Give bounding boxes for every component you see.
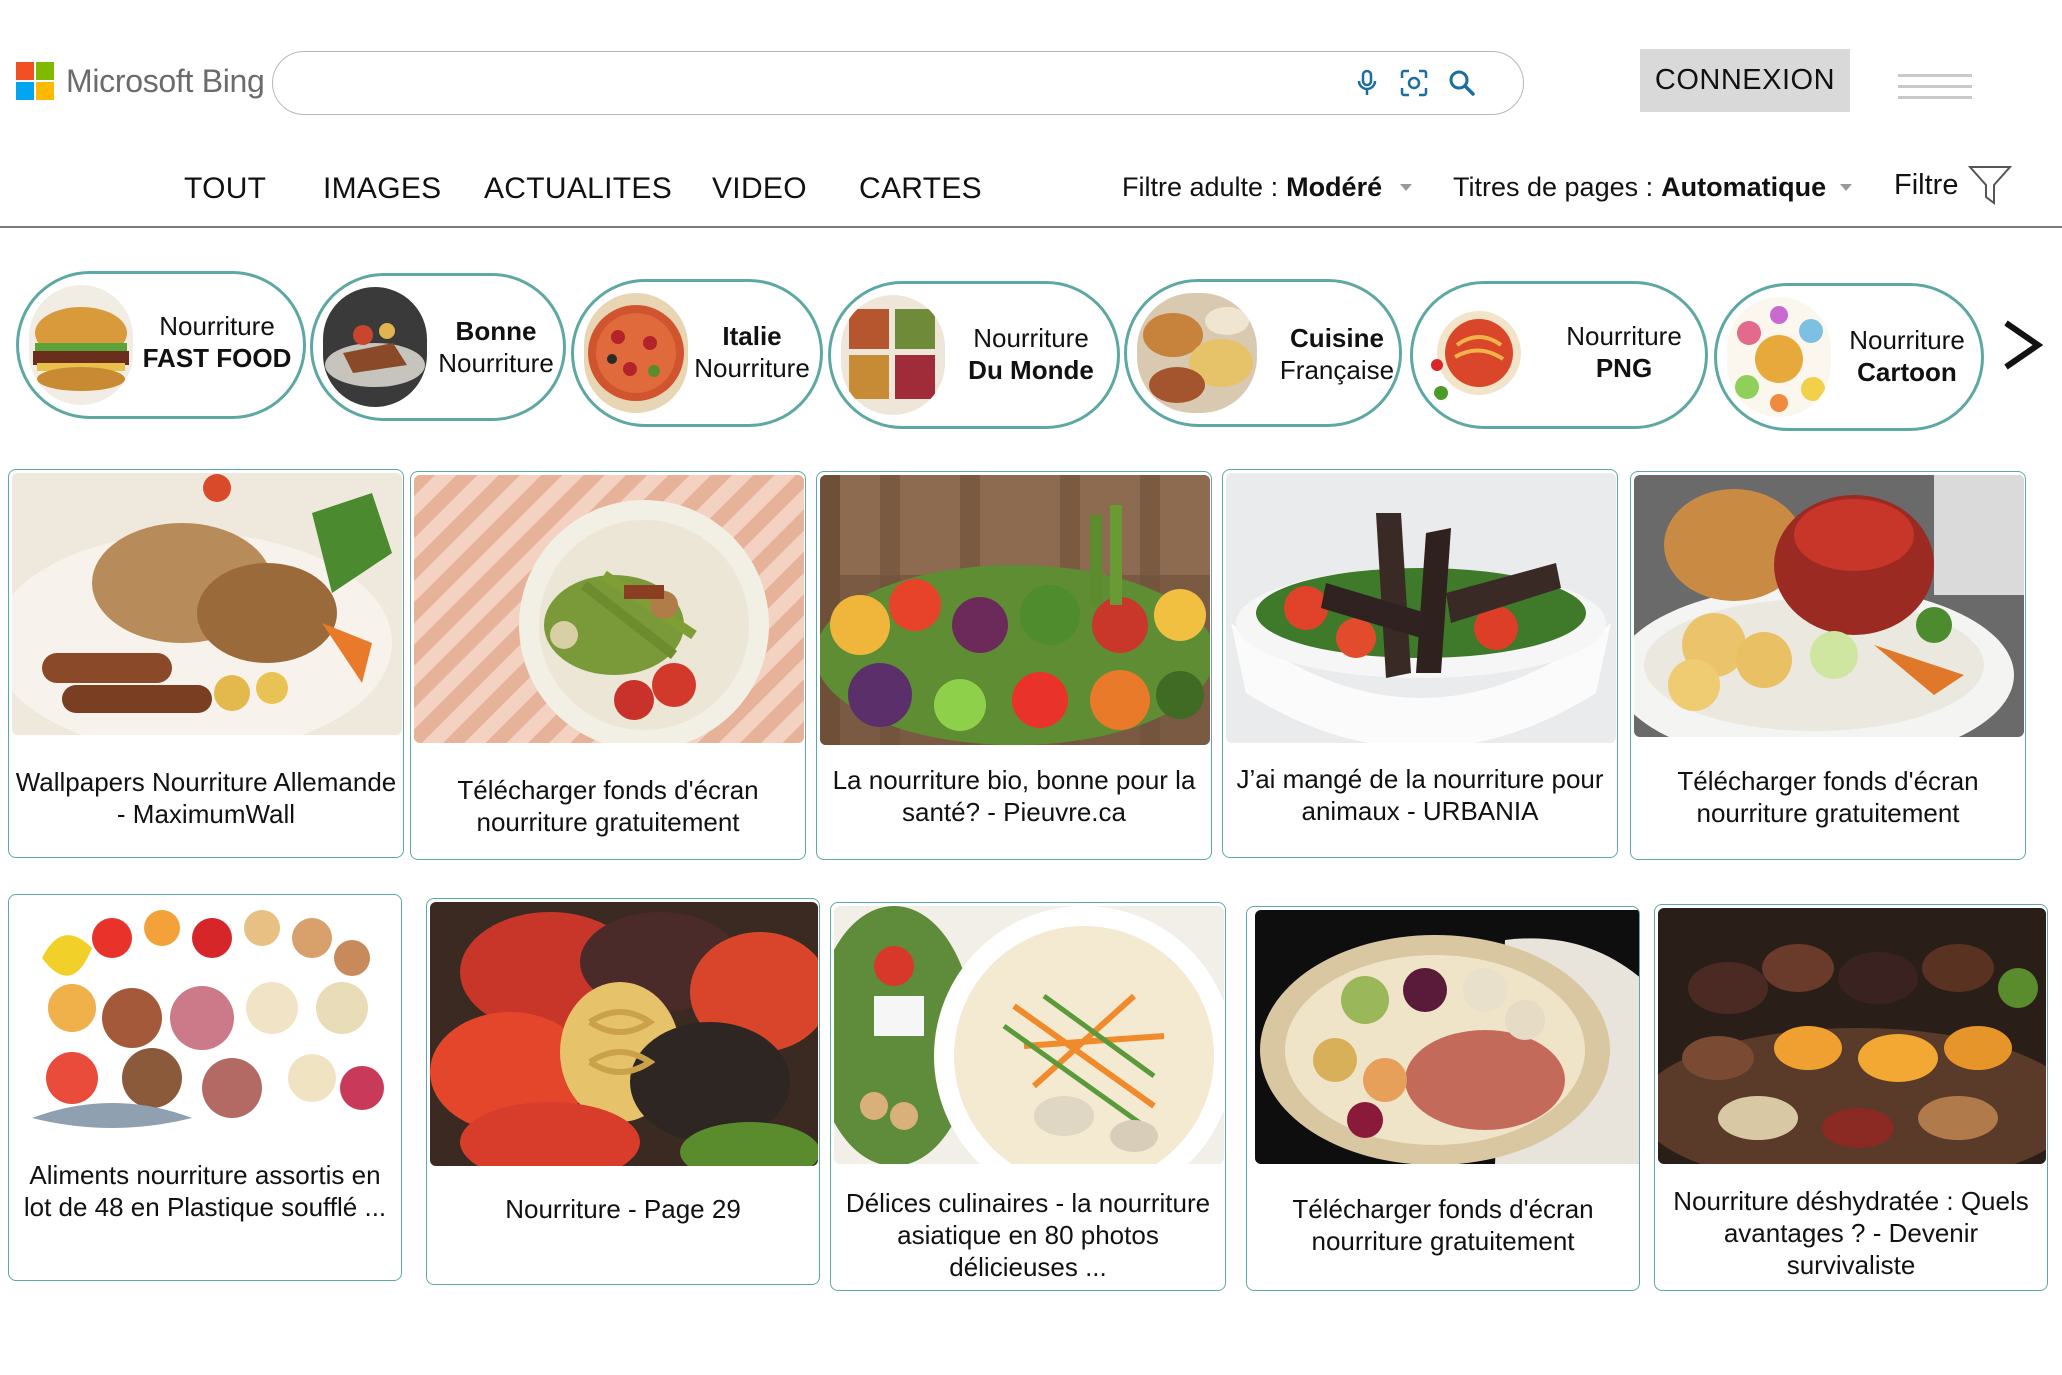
pill-label: Cuisine Française bbox=[1279, 323, 1395, 385]
logo-text: Microsoft Bing bbox=[66, 62, 265, 99]
microphone-icon[interactable] bbox=[1350, 66, 1384, 100]
result-caption: La nourriture bio, bonne pour la santé? … bbox=[832, 765, 1196, 827]
related-search-pill-fast-food[interactable]: Nourriture FAST FOOD bbox=[16, 271, 306, 419]
image-result-card[interactable]: J’ai mangé de la nourriture pour animaux… bbox=[1222, 469, 1618, 858]
result-caption: J’ai mangé de la nourriture pour animaux… bbox=[1236, 764, 1604, 826]
pill-thumbnail bbox=[584, 293, 688, 413]
filter-label: Filtre bbox=[1894, 168, 1959, 201]
search-icon[interactable] bbox=[1445, 66, 1479, 100]
result-image bbox=[12, 898, 400, 1138]
related-search-pill-bonne-nourriture[interactable]: Bonne Nourriture bbox=[310, 273, 566, 421]
pill-thumbnail bbox=[1423, 295, 1527, 415]
result-caption: Télécharger fonds d'écran nourriture gra… bbox=[1292, 1194, 1594, 1256]
result-image bbox=[1255, 910, 1639, 1164]
result-caption: Wallpapers Nourriture Allemande - Maximu… bbox=[15, 767, 397, 829]
filter-button[interactable]: Filtre bbox=[1894, 164, 2013, 206]
pill-thumbnail bbox=[323, 287, 427, 407]
connexion-button[interactable]: CONNEXION bbox=[1640, 49, 1850, 112]
pill-label: Italie Nourriture bbox=[694, 321, 810, 383]
visual-search-icon[interactable] bbox=[1397, 66, 1431, 100]
pill-label: Nourriture Du Monde bbox=[968, 323, 1094, 385]
tab-tout[interactable]: TOUT bbox=[184, 172, 266, 206]
pill-label: Bonne Nourriture bbox=[438, 316, 554, 378]
result-image bbox=[414, 475, 804, 743]
funnel-icon bbox=[1968, 166, 2013, 205]
pill-thumbnail bbox=[841, 295, 945, 415]
result-caption: Délices culinaires - la nourriture asiat… bbox=[845, 1188, 1211, 1282]
related-search-pill-cuisine-francaise[interactable]: Cuisine Française bbox=[1124, 279, 1402, 427]
result-caption: Nourriture - Page 29 bbox=[505, 1194, 741, 1224]
image-result-card[interactable]: Télécharger fonds d'écran nourriture gra… bbox=[1630, 471, 2026, 860]
chevron-down-icon bbox=[1840, 184, 1853, 191]
pill-thumbnail bbox=[1137, 293, 1257, 413]
image-result-card[interactable]: Wallpapers Nourriture Allemande - Maximu… bbox=[8, 469, 404, 858]
pill-label: Nourriture Cartoon bbox=[1849, 325, 1965, 387]
hamburger-menu-icon[interactable] bbox=[1898, 74, 1972, 104]
result-image bbox=[1634, 475, 2024, 737]
tab-video[interactable]: VIDEO bbox=[712, 172, 807, 206]
image-result-card[interactable]: Délices culinaires - la nourriture asiat… bbox=[830, 902, 1226, 1291]
result-caption: Télécharger fonds d'écran nourriture gra… bbox=[457, 775, 759, 837]
search-input[interactable] bbox=[297, 62, 1357, 104]
image-result-card[interactable]: Nourriture - Page 29 bbox=[426, 898, 820, 1285]
pill-label: Nourriture FAST FOOD bbox=[142, 311, 292, 373]
adult-filter-value: Modéré bbox=[1286, 172, 1383, 202]
image-result-card[interactable]: La nourriture bio, bonne pour la santé? … bbox=[816, 471, 1212, 860]
result-image bbox=[834, 906, 1224, 1164]
tab-actualites[interactable]: ACTUALITES bbox=[484, 172, 672, 206]
chevron-right-icon[interactable] bbox=[2000, 315, 2044, 375]
header-divider bbox=[0, 226, 2062, 228]
result-image bbox=[12, 473, 402, 735]
related-search-pill-png[interactable]: Nourriture PNG bbox=[1410, 281, 1708, 429]
related-search-pill-cartoon[interactable]: Nourriture Cartoon bbox=[1714, 283, 1984, 431]
pill-thumbnail bbox=[1727, 297, 1831, 417]
tab-images[interactable]: IMAGES bbox=[323, 172, 442, 206]
microsoft-logo-icon bbox=[16, 62, 54, 100]
image-result-card[interactable]: Télécharger fonds d'écran nourriture gra… bbox=[410, 471, 806, 860]
adult-filter-label: Filtre adulte : bbox=[1122, 172, 1279, 202]
bing-logo[interactable]: Microsoft Bing bbox=[16, 60, 265, 102]
chevron-down-icon bbox=[1400, 184, 1413, 191]
page-titles-dropdown[interactable]: Titres de pages : Automatique bbox=[1453, 172, 1853, 203]
tab-cartes[interactable]: CARTES bbox=[859, 172, 982, 206]
result-caption: Télécharger fonds d'écran nourriture gra… bbox=[1677, 766, 1979, 828]
image-result-card[interactable]: Aliments nourriture assortis en lot de 4… bbox=[8, 894, 402, 1281]
image-result-card[interactable]: Nourriture déshydratée : Quels avantages… bbox=[1654, 904, 2048, 1291]
adult-filter-dropdown[interactable]: Filtre adulte : Modéré bbox=[1122, 172, 1413, 203]
page-titles-label: Titres de pages : bbox=[1453, 172, 1654, 202]
pill-label: Nourriture PNG bbox=[1566, 321, 1682, 383]
image-result-card[interactable]: Télécharger fonds d'écran nourriture gra… bbox=[1246, 906, 1640, 1291]
related-search-pill-italie[interactable]: Italie Nourriture bbox=[571, 279, 823, 427]
search-bar[interactable] bbox=[272, 51, 1524, 115]
result-caption: Nourriture déshydratée : Quels avantages… bbox=[1673, 1186, 2029, 1280]
related-search-pill-du-monde[interactable]: Nourriture Du Monde bbox=[828, 281, 1120, 429]
result-image bbox=[820, 475, 1210, 745]
result-image bbox=[1658, 908, 2046, 1164]
result-image bbox=[1226, 473, 1616, 743]
page-titles-value: Automatique bbox=[1661, 172, 1827, 202]
result-caption: Aliments nourriture assortis en lot de 4… bbox=[23, 1160, 387, 1222]
result-image bbox=[430, 902, 818, 1166]
pill-thumbnail bbox=[29, 285, 133, 405]
